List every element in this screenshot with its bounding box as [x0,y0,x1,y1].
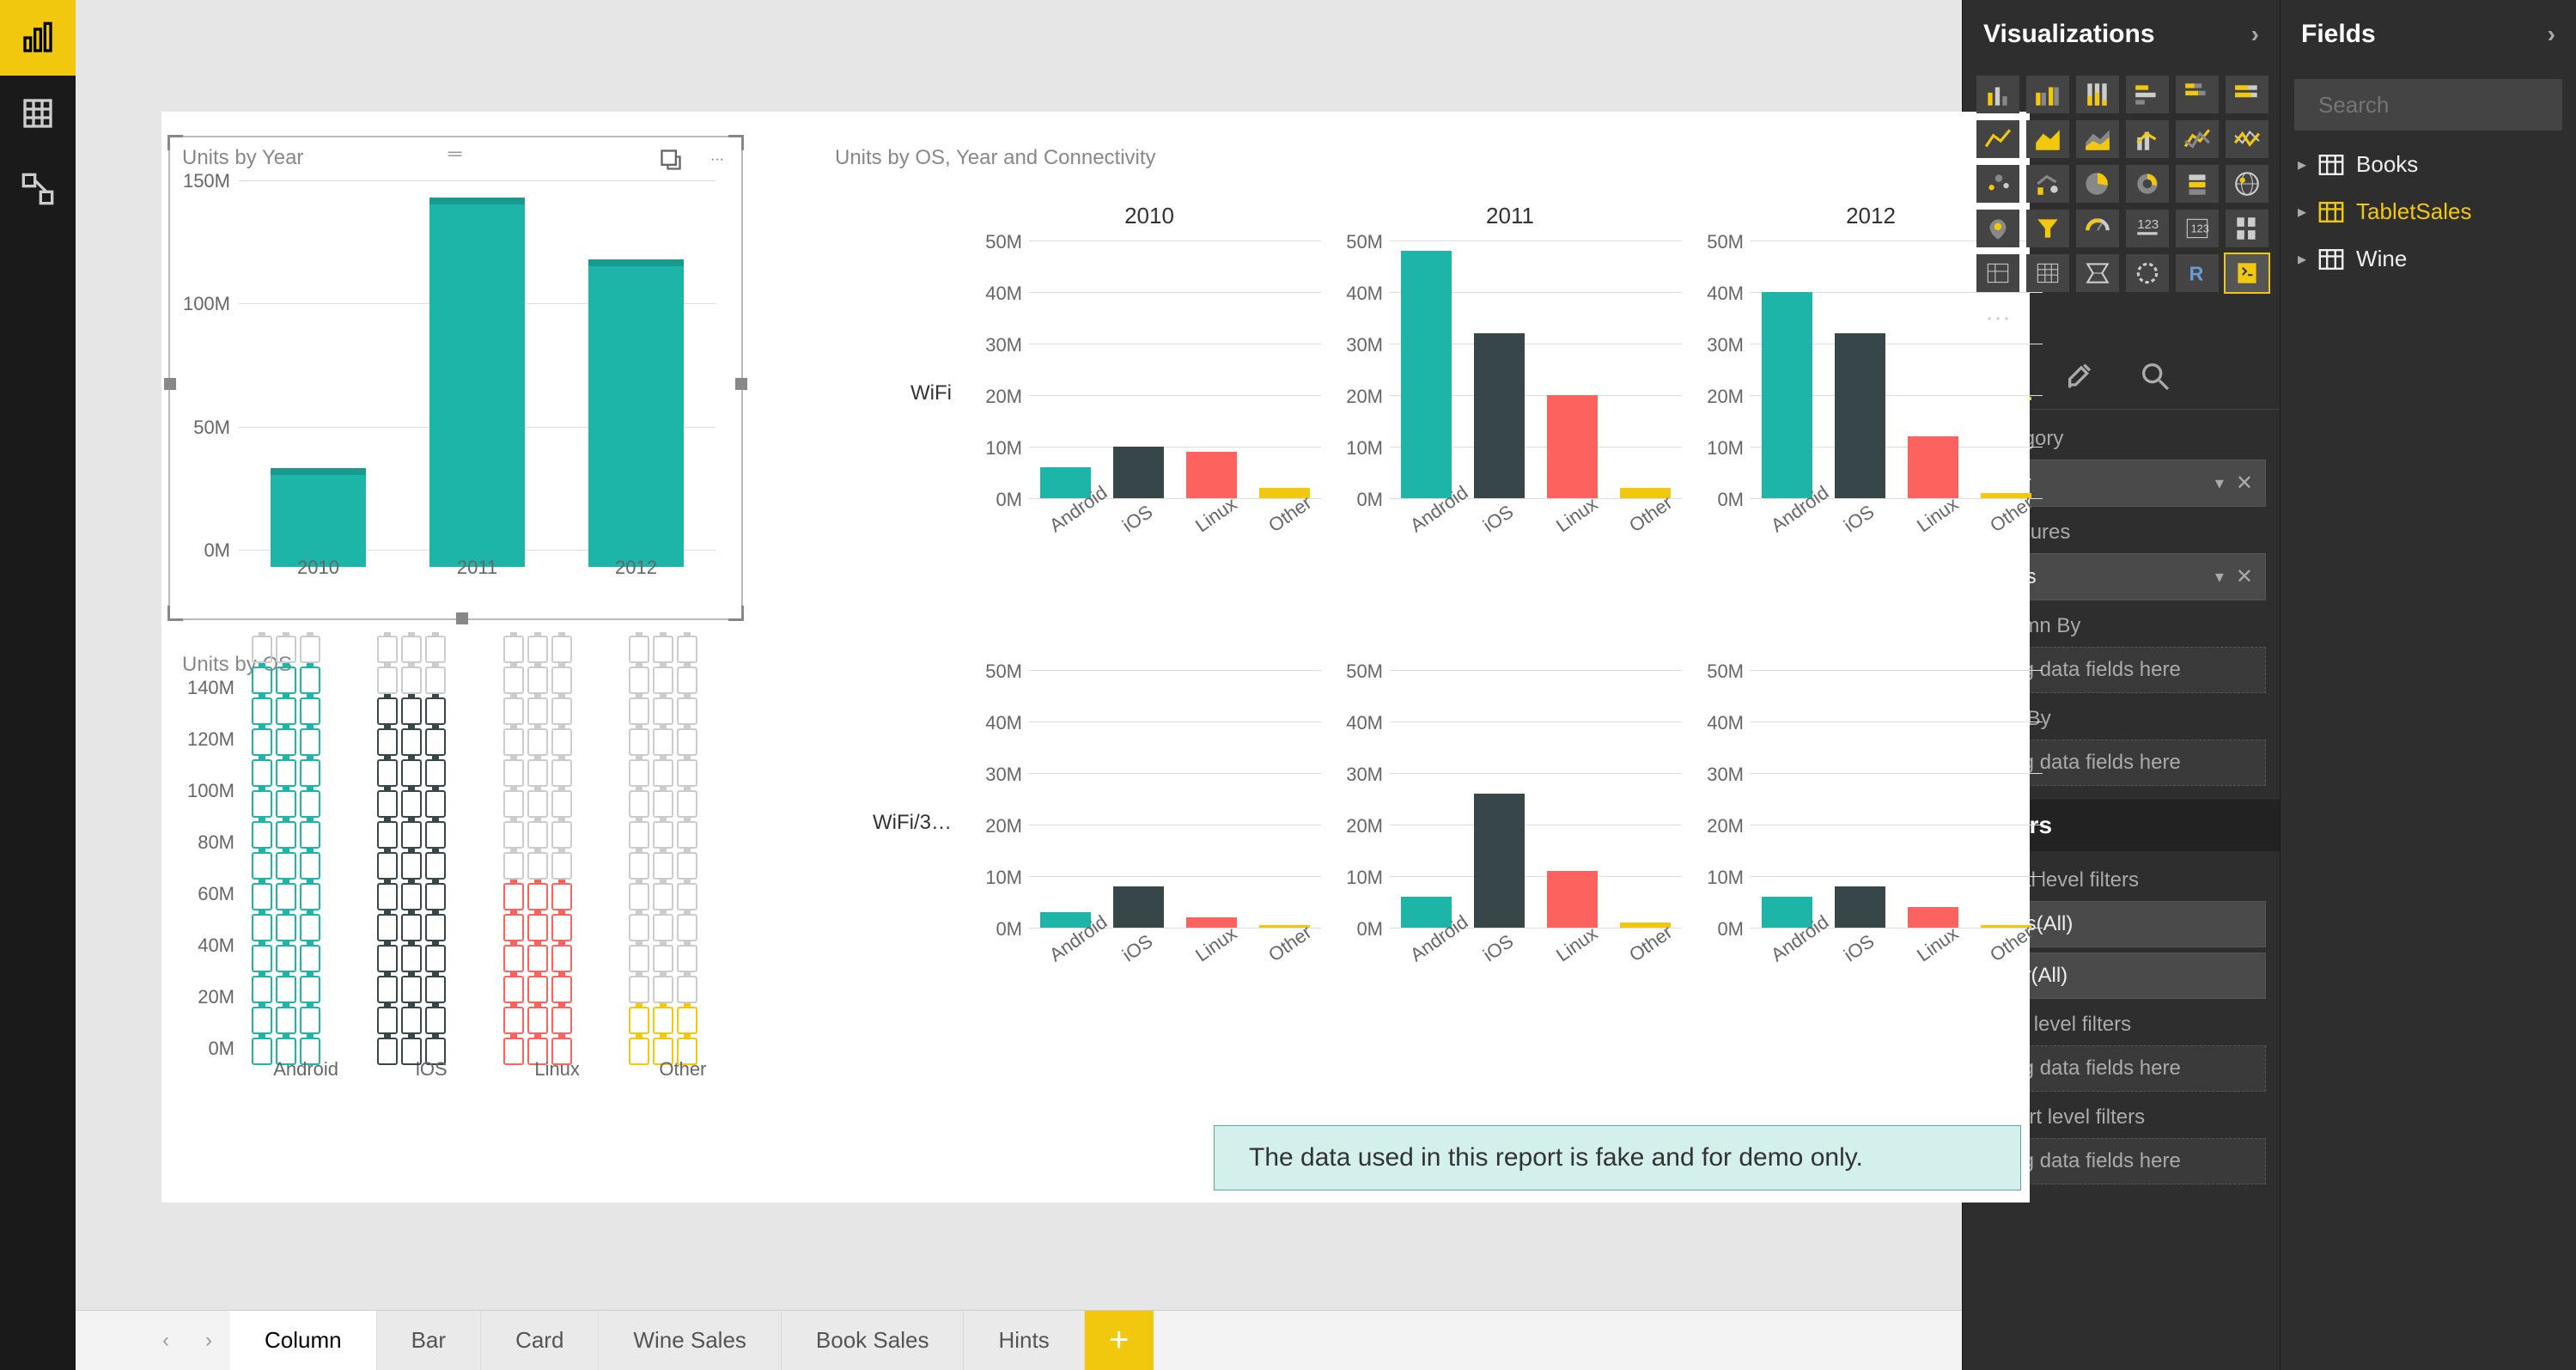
page-prev-button[interactable]: ‹ [144,1311,187,1370]
resize-handle[interactable] [456,612,468,624]
chart-area: 0M20M40M60M80M100M120M140MAndroidiOSLinu… [179,687,763,1117]
pane-title: Fields [2301,20,2376,49]
viz-type-icon[interactable] [2026,76,2069,113]
page-tab[interactable]: Book Sales [782,1311,965,1370]
drag-handle-icon[interactable]: ═ [448,143,464,165]
viz-type-icon[interactable] [2076,76,2119,113]
svg-text:123: 123 [2137,218,2159,232]
search-input[interactable] [2318,92,2576,119]
focus-mode-icon[interactable] [655,144,686,175]
viz-type-icon[interactable]: 123 [2126,210,2169,247]
viz-type-icon[interactable] [2076,210,2119,247]
table-item[interactable]: ▸TabletSales [2281,188,2576,235]
viz-type-icon[interactable] [1976,165,2019,203]
pane-header: Fields › [2281,0,2576,69]
expand-icon: ▸ [2298,201,2306,222]
svg-text:R: R [2189,263,2203,285]
table-item[interactable]: ▸Wine [2281,235,2576,283]
remove-field-icon[interactable]: ✕ [2236,471,2253,496]
disclaimer-textbox[interactable]: The data used in this report is fake and… [1214,1125,2021,1190]
resize-handle[interactable] [164,378,176,390]
pane-title: Visualizations [1983,20,2155,49]
resize-handle[interactable] [735,378,747,390]
page-tabs-bar: ‹ › ColumnBarCardWine SalesBook SalesHin… [76,1310,1962,1370]
viz-type-icon[interactable]: R [2176,254,2219,292]
viz-type-icon[interactable] [2176,120,2219,158]
report-canvas[interactable]: ═ ··· Units by Year 0M50M100M150M2010201… [161,112,2030,1203]
visual-small-multiples[interactable]: Units by OS, Year and Connectivity WiFiW… [823,137,2017,1065]
viz-type-icon[interactable] [1976,254,2019,292]
viz-type-icon[interactable] [2026,254,2069,292]
data-view-tab[interactable] [0,76,76,151]
chevron-down-icon[interactable]: ▾ [2215,472,2224,494]
page-next-button[interactable]: › [187,1311,230,1370]
table-icon [2318,155,2344,175]
expand-icon: ▸ [2298,154,2306,175]
viz-type-icon[interactable] [1976,120,2019,158]
page-tab[interactable]: Wine Sales [599,1311,782,1370]
viz-type-icon[interactable] [2226,165,2268,203]
viz-type-icon[interactable] [2026,120,2069,158]
visual-units-by-year[interactable]: ═ ··· Units by Year 0M50M100M150M2010201… [170,137,741,618]
canvas-wrap: ═ ··· Units by Year 0M50M100M150M2010201… [76,0,1962,1310]
viz-type-icon[interactable] [2026,210,2069,247]
viz-type-icon[interactable] [2026,165,2069,203]
table-icon [2318,249,2344,270]
viz-type-icon[interactable] [2226,210,2268,247]
viz-type-icon[interactable] [2076,254,2119,292]
table-icon [2318,202,2344,222]
viz-type-icon[interactable] [1976,210,2019,247]
viz-type-icon[interactable] [2176,165,2219,203]
viz-type-icon[interactable] [1976,76,2019,113]
viz-type-icon[interactable] [2226,76,2268,113]
more-visuals-icon[interactable]: ··· [1976,299,2019,337]
expand-icon: ▸ [2298,248,2306,270]
viz-type-icon[interactable] [2126,254,2169,292]
fields-search[interactable] [2294,79,2562,131]
collapse-pane-icon[interactable]: › [2548,21,2555,48]
right-panes: Visualizations › 123123R··· Category Yea… [1962,0,2576,1370]
format-tab-icon[interactable] [2057,352,2105,400]
svg-text:123: 123 [2191,222,2209,234]
report-view-tab[interactable] [0,0,76,76]
pane-header: Visualizations › [1963,0,2280,69]
add-page-button[interactable]: + [1085,1311,1154,1370]
viz-type-icon[interactable] [2226,254,2268,292]
page-tab[interactable]: Bar [377,1311,481,1370]
model-view-tab[interactable] [0,151,76,227]
page-tab[interactable]: Column [230,1311,377,1370]
left-nav-rail [0,0,76,1370]
analytics-tab-icon[interactable] [2131,352,2179,400]
main-area: ═ ··· Units by Year 0M50M100M150M2010201… [76,0,1962,1370]
chart-area: WiFiWiFi/3…20100M10M20M30M40M50MAndroidi… [823,180,2017,1065]
chart-area: 0M50M100M150M201020112012 [179,180,733,610]
viz-type-icon[interactable] [2176,76,2219,113]
remove-field-icon[interactable]: ✕ [2236,564,2253,589]
visual-title: Units by OS, Year and Connectivity [823,137,2017,170]
chevron-down-icon[interactable]: ▾ [2215,566,2224,588]
viz-type-icon[interactable] [2226,120,2268,158]
viz-type-icon[interactable] [2076,165,2119,203]
viz-type-icon[interactable] [2126,120,2169,158]
tables-list: ▸Books▸TabletSales▸Wine [2281,141,2576,283]
viz-type-icon[interactable]: 123 [2176,210,2219,247]
visual-units-by-os[interactable]: Units by OS 0M20M40M60M80M100M120M140MAn… [170,644,771,1125]
table-item[interactable]: ▸Books [2281,141,2576,188]
page-tab[interactable]: Hints [964,1311,1084,1370]
fields-pane: Fields › ▸Books▸TabletSales▸Wine [2280,0,2576,1370]
page-tab[interactable]: Card [481,1311,599,1370]
viz-type-icon[interactable] [2126,76,2169,113]
visual-toolbar: ··· [655,144,733,175]
resize-handle[interactable] [728,135,744,150]
viz-type-icon[interactable] [2076,120,2119,158]
collapse-pane-icon[interactable]: › [2251,21,2259,48]
viz-type-icon[interactable] [2126,165,2169,203]
resize-handle[interactable] [167,135,183,150]
